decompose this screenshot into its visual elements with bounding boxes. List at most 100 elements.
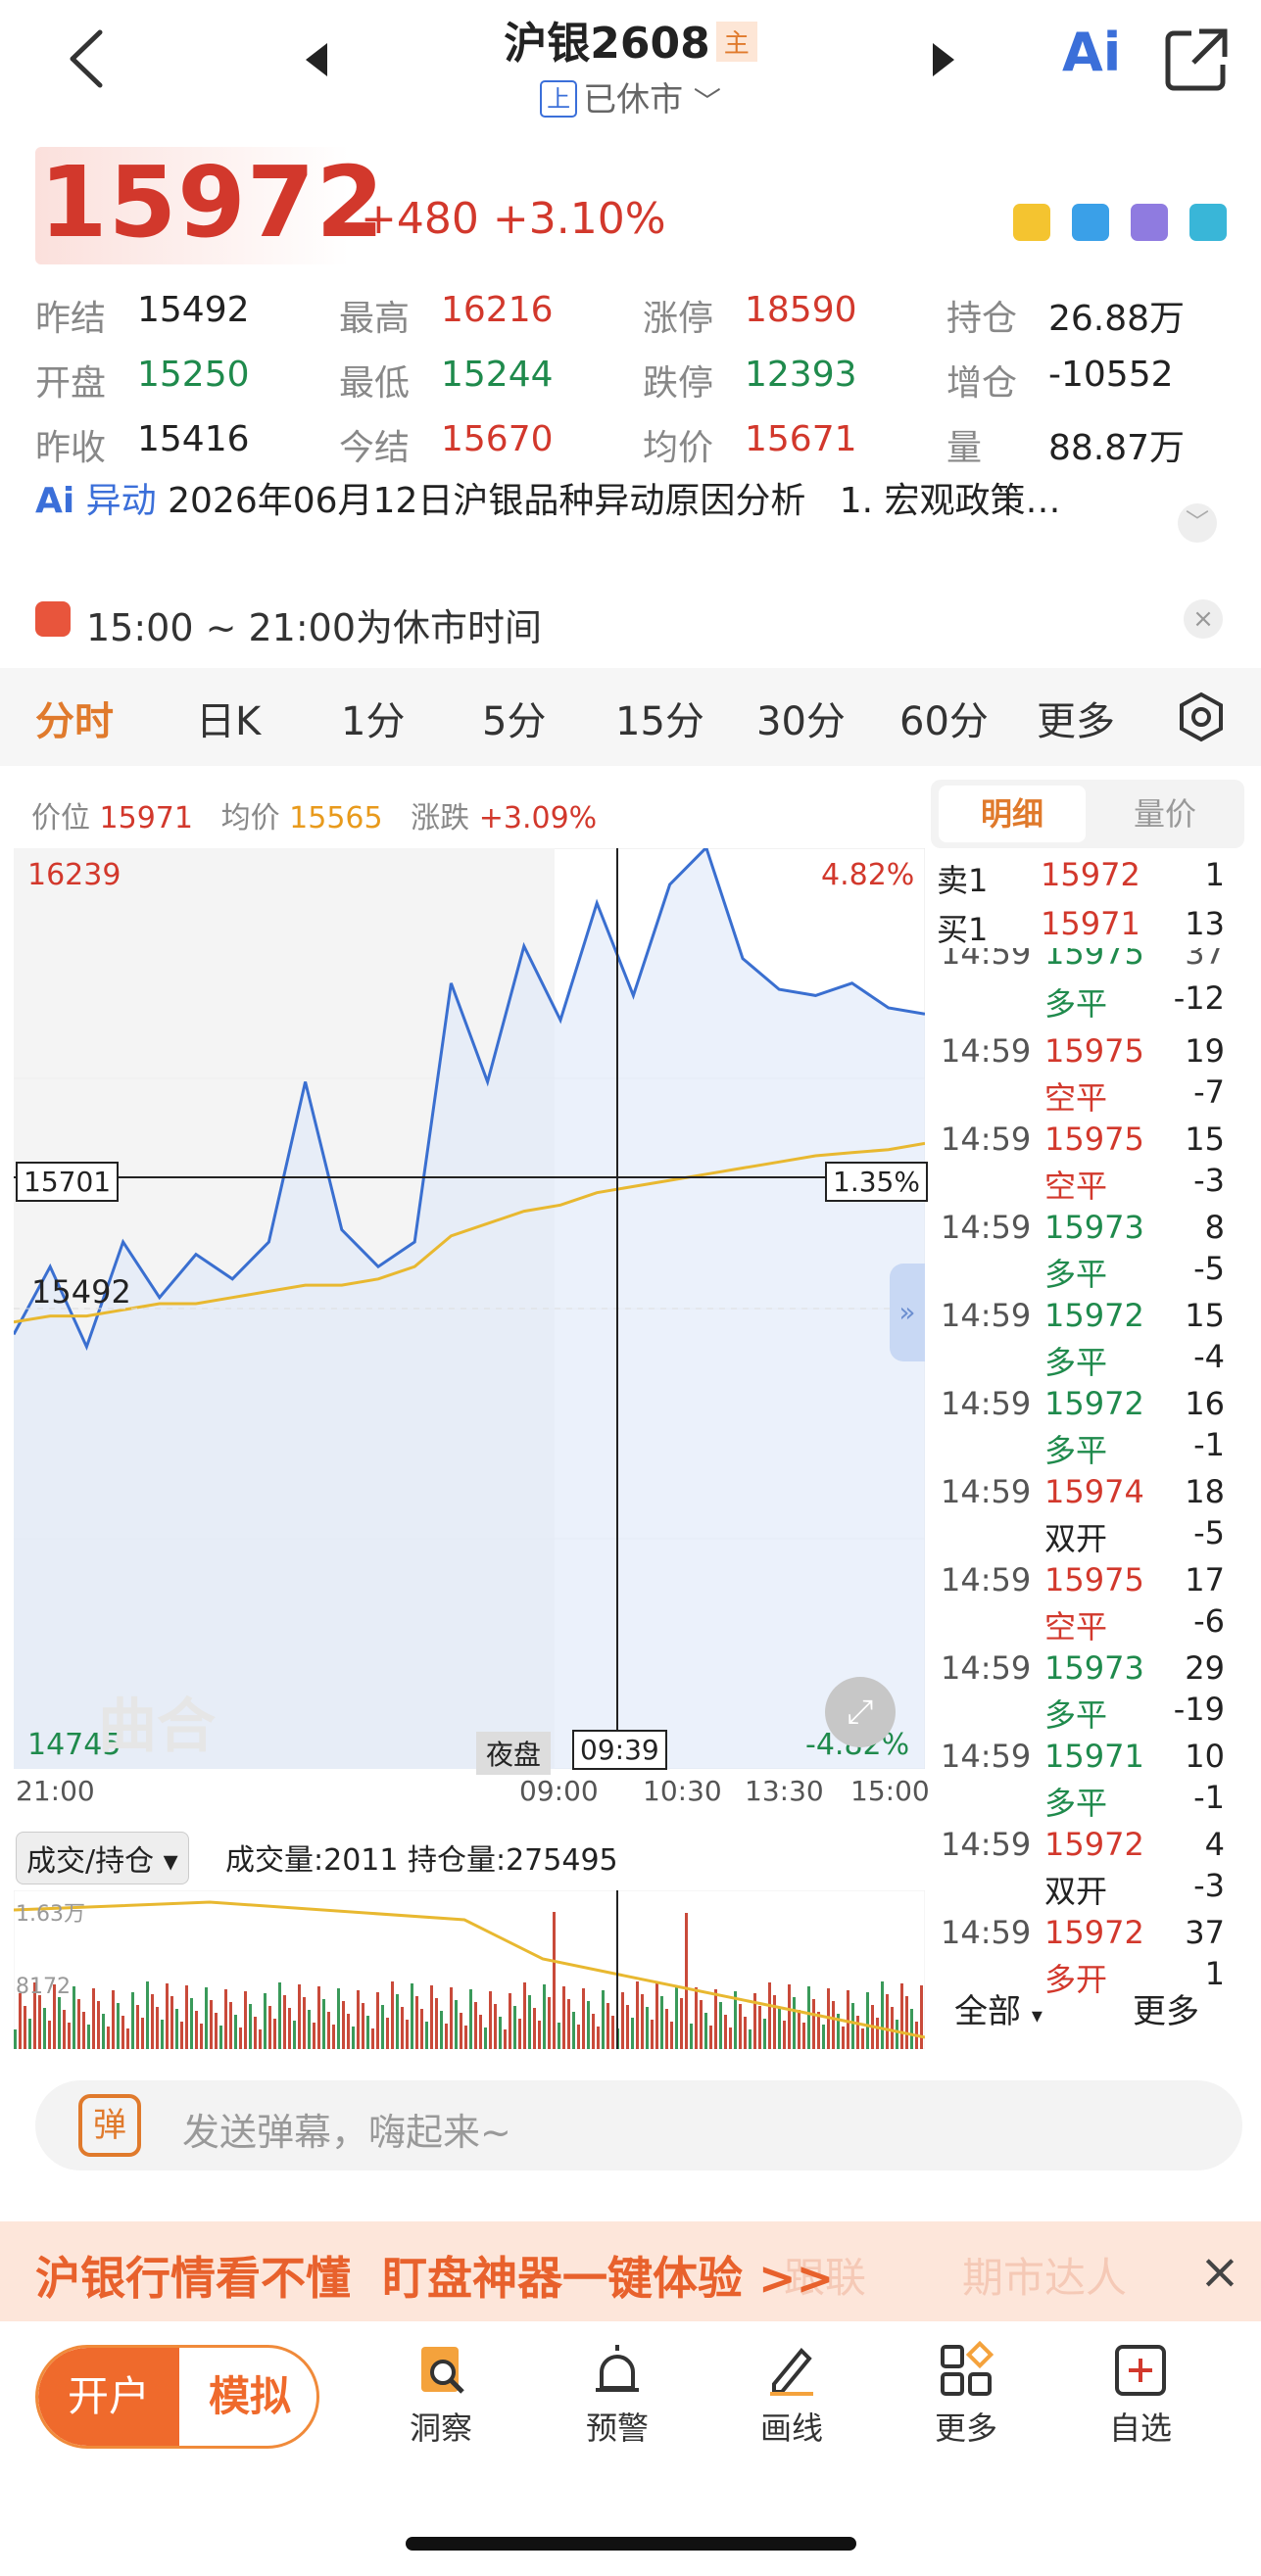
more-trades-button[interactable]: 更多 — [1133, 1984, 1199, 2032]
expand-side-icon[interactable]: » — [890, 1264, 925, 1361]
volume-bar — [528, 1995, 531, 2049]
volume-bar — [117, 2003, 120, 2049]
tab-fenshi[interactable]: 分时 — [35, 690, 114, 746]
tab-daily[interactable]: 日K — [196, 690, 261, 746]
trade-row: 14:59 15975 17 空平 -6 — [941, 1561, 1225, 1646]
volume-bar — [308, 2010, 311, 2049]
volume-bar — [43, 2008, 46, 2049]
volume-bar — [523, 1982, 526, 2049]
volume-bar — [851, 2003, 854, 2049]
night-session-label: 夜盘 — [476, 1732, 552, 1775]
volume-bar — [205, 1987, 208, 2049]
volume-bar — [190, 1998, 193, 2049]
alert-button[interactable]: 预警 — [568, 2341, 666, 2449]
volume-bar — [303, 1997, 306, 2049]
volume-bar — [876, 2018, 879, 2049]
volume-bar — [499, 2017, 502, 2049]
stat-value: 88.87万 — [1048, 428, 1186, 468]
volume-bar — [131, 1992, 134, 2049]
volume-bar — [215, 2013, 218, 2049]
tab-30min[interactable]: 30分 — [756, 690, 846, 746]
chart-icon[interactable] — [1072, 204, 1109, 241]
volume-bar — [352, 2027, 355, 2049]
next-contract-icon[interactable] — [933, 43, 954, 76]
volume-bar — [714, 1989, 717, 2049]
stat-value: 26.88万 — [1048, 299, 1186, 339]
expand-icon[interactable]: ⤢ — [825, 1677, 896, 1747]
volume-bar — [322, 1999, 325, 2049]
volume-bar — [626, 2005, 629, 2049]
insight-button[interactable]: 洞察 — [392, 2341, 490, 2449]
volume-bar — [842, 2027, 845, 2049]
stat-value: 15671 — [745, 419, 857, 459]
volume-bar — [440, 2011, 443, 2049]
volume-bar — [58, 1997, 61, 2049]
volume-bar — [425, 2022, 428, 2049]
volume-bar — [812, 1999, 815, 2049]
stat-label: 均价 — [643, 428, 714, 468]
volume-bar — [450, 1987, 453, 2049]
volume-bar — [489, 1991, 492, 2049]
stat-value: 18590 — [745, 290, 857, 330]
volume-bar — [234, 2015, 237, 2049]
volume-bar — [24, 2006, 26, 2049]
promo-banner[interactable]: 跟联 期市达人 沪银行情看不懂 盯盘神器一键体验 >> × — [0, 2221, 1261, 2323]
simulate-button[interactable]: 模拟 — [179, 2348, 316, 2446]
close-icon[interactable]: × — [1199, 2243, 1240, 2300]
volume-bar — [763, 2019, 766, 2049]
main-contract-badge: 主 — [715, 22, 757, 62]
tab-15min[interactable]: 15分 — [615, 690, 704, 746]
more-button[interactable]: 更多 — [917, 2340, 1015, 2449]
volume-bar — [724, 2015, 727, 2049]
volume-bar — [391, 1981, 394, 2049]
settings-icon[interactable] — [1176, 692, 1227, 742]
volume-bar — [180, 2022, 183, 2049]
filter-all[interactable]: 全部 ▾ — [954, 1984, 1043, 2032]
home-indicator — [406, 2537, 856, 2551]
volume-bar — [896, 2020, 898, 2049]
volume-bar — [920, 1985, 923, 2049]
open-account-button[interactable]: 开户 — [38, 2348, 179, 2446]
chevron-down-icon: ﹀ — [693, 85, 721, 118]
tab-detail[interactable]: 明细 — [939, 786, 1086, 842]
idea-icon[interactable] — [1131, 204, 1168, 241]
volume-bar — [719, 2002, 722, 2049]
draw-line-button[interactable]: 画线 — [743, 2341, 841, 2449]
volume-bar — [254, 2017, 257, 2049]
tab-volume-price[interactable]: 量价 — [1091, 786, 1238, 842]
volume-bar — [518, 2019, 521, 2049]
volume-bar — [660, 1996, 663, 2049]
stat-value: 15250 — [137, 355, 250, 395]
volume-selector[interactable]: 成交/持仓 ▾ — [16, 1832, 189, 1884]
volume-bar — [469, 1989, 472, 2049]
volume-bar — [548, 1997, 551, 2049]
trade-row: 14:59 15973 29 多平 -19 — [941, 1649, 1225, 1734]
trend-icon[interactable] — [1013, 204, 1050, 241]
last-price: 15972 — [39, 145, 385, 260]
tab-1min[interactable]: 1分 — [341, 690, 405, 746]
close-icon[interactable]: × — [1184, 599, 1223, 639]
intraday-chart[interactable] — [14, 848, 925, 1769]
volume-bar — [347, 2014, 350, 2049]
tab-5min[interactable]: 5分 — [482, 690, 546, 746]
danmaku-input[interactable]: 发送弹幕，嗨起来~ — [182, 2102, 511, 2156]
watchlist-button[interactable]: 自选 — [1091, 2341, 1189, 2449]
share-icon[interactable] — [1162, 25, 1231, 94]
volume-bar — [567, 1999, 570, 2049]
trade-row: 14:59 15974 18 双开 -5 — [941, 1473, 1225, 1557]
chevron-down-icon[interactable]: ﹀ — [1178, 503, 1217, 543]
stats-icon[interactable] — [1189, 204, 1227, 241]
danmaku-bar[interactable]: 弹 发送弹幕，嗨起来~ — [35, 2080, 1242, 2171]
volume-bar — [415, 1996, 418, 2049]
volume-bar — [602, 1990, 605, 2049]
tab-60min[interactable]: 60分 — [899, 690, 989, 746]
news-ticker[interactable]: Ai 异动 2026年06月12日沪银品种异动原因分析 1. 宏观政策… — [35, 472, 1061, 523]
tab-more[interactable]: 更多 — [1037, 690, 1115, 746]
volume-bar — [357, 1990, 360, 2049]
volume-bar — [700, 2000, 703, 2049]
trade-row: 14:59 15971 10 多平 -1 — [941, 1738, 1225, 1822]
bottom-toolbar: 开户 模拟 洞察 预警 画线 更多 自选 — [0, 2321, 1261, 2576]
stat-label: 增仓 — [946, 363, 1018, 404]
ai-icon[interactable]: Ai — [1062, 22, 1121, 83]
volume-bar — [121, 2016, 124, 2049]
